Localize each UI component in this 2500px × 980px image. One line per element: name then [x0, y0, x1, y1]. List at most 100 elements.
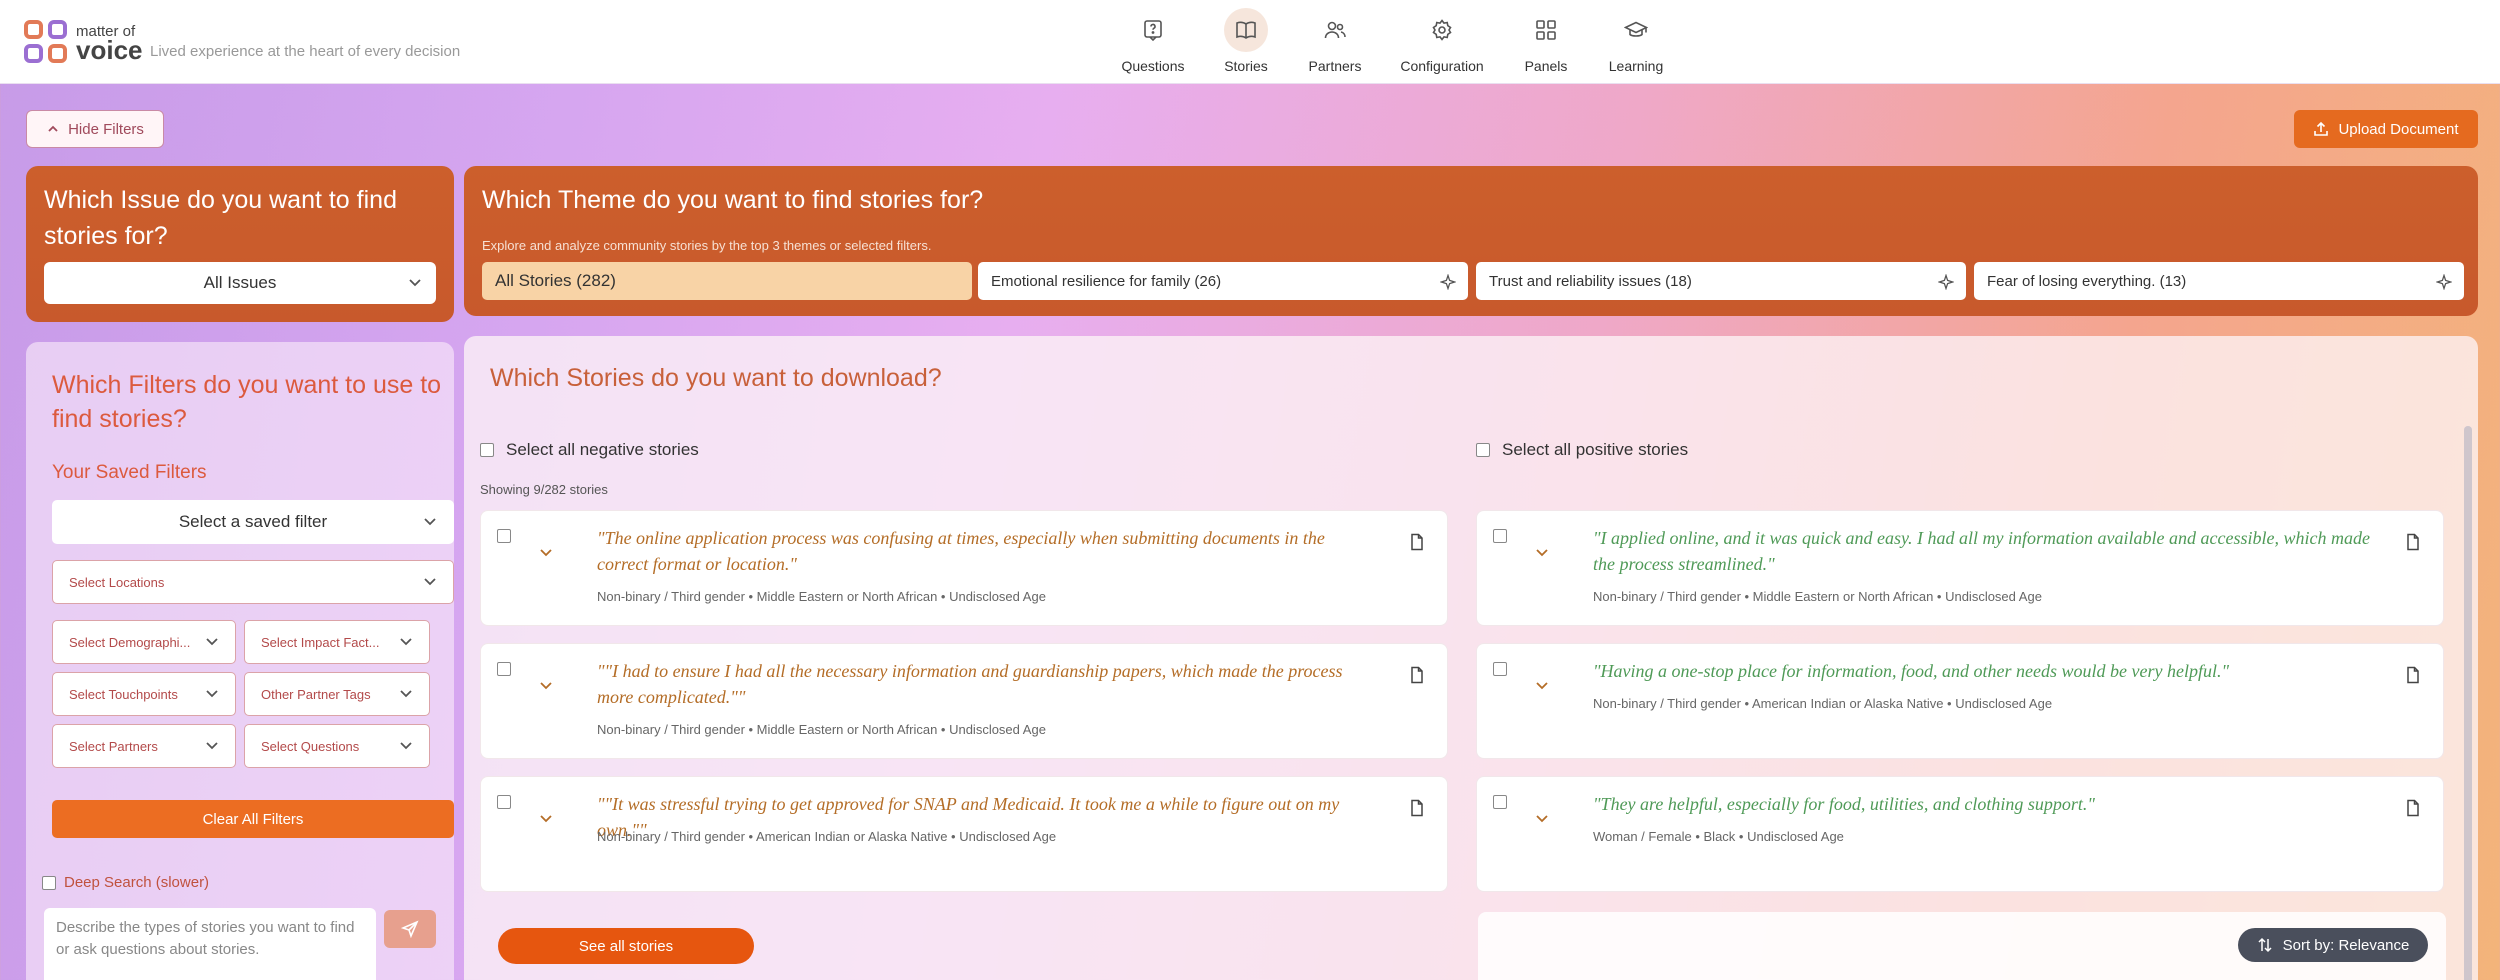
document-icon[interactable] [1409, 533, 1425, 551]
sort-by-button[interactable]: Sort by: Relevance [2238, 928, 2428, 962]
chevron-down-icon [400, 742, 412, 750]
story-quote: "I applied online, and it was quick and … [1593, 528, 2370, 574]
hide-filters-label: Hide Filters [68, 120, 144, 138]
story-checkbox[interactable] [1493, 795, 1507, 809]
story-checkbox[interactable] [1493, 529, 1507, 543]
partner-tags-select[interactable]: Other Partner Tags [244, 672, 430, 716]
document-icon[interactable] [1409, 666, 1425, 684]
upload-document-button[interactable]: Upload Document [2294, 110, 2478, 148]
questions-select[interactable]: Select Questions [244, 724, 430, 768]
book-icon [1224, 8, 1268, 52]
story-search-placeholder: Describe the types of stories you want t… [56, 919, 355, 958]
chevron-down-icon[interactable] [1535, 680, 1549, 692]
theme-chip-all-stories[interactable]: All Stories (282) [482, 262, 972, 300]
select-all-negative: Select all negative stories [480, 440, 699, 460]
partner-tags-label: Other Partner Tags [261, 686, 371, 702]
partners-select[interactable]: Select Partners [52, 724, 236, 768]
issue-select[interactable]: All Issues [44, 262, 436, 304]
see-all-stories-button[interactable]: See all stories [498, 928, 754, 964]
theme-chip-label: Emotional resilience for family (26) [991, 272, 1222, 290]
clear-all-filters-button[interactable]: Clear All Filters [52, 800, 454, 838]
theme-chip-trust-reliability[interactable]: Trust and reliability issues (18) [1476, 262, 1966, 300]
chevron-down-icon[interactable] [1535, 547, 1549, 559]
sparkle-icon[interactable] [1440, 274, 1456, 290]
nav-configuration-label: Configuration [1400, 58, 1484, 74]
story-card[interactable]: "They are helpful, especially for food, … [1476, 776, 2444, 892]
touchpoints-select[interactable]: Select Touchpoints [52, 672, 236, 716]
chevron-down-icon[interactable] [1535, 813, 1549, 825]
nav-learning[interactable]: Learning [1581, 8, 1691, 74]
locations-select[interactable]: Select Locations [52, 560, 454, 604]
see-all-stories-label: See all stories [578, 937, 674, 955]
chevron-down-icon[interactable] [539, 547, 553, 559]
story-checkbox[interactable] [497, 529, 511, 543]
document-icon[interactable] [2405, 799, 2421, 817]
select-all-negative-checkbox[interactable] [480, 443, 494, 457]
nav-partners[interactable]: Partners [1280, 8, 1390, 74]
sparkle-icon[interactable] [2436, 274, 2452, 290]
story-checkbox[interactable] [1493, 662, 1507, 676]
saved-filter-select[interactable]: Select a saved filter [52, 500, 454, 544]
hide-filters-button[interactable]: Hide Filters [26, 110, 164, 148]
stories-panel: Which Stories do you want to download? S… [464, 336, 2478, 980]
select-all-positive-checkbox[interactable] [1476, 443, 1490, 457]
story-quote: "They are helpful, especially for food, … [1593, 794, 2095, 814]
upload-document-label: Upload Document [2338, 120, 2459, 138]
story-card[interactable]: "I applied online, and it was quick and … [1476, 510, 2444, 626]
graduation-cap-icon [1614, 8, 1658, 52]
scrollbar-thumb[interactable] [2464, 426, 2472, 980]
chevron-down-icon [409, 279, 421, 287]
demographics-select[interactable]: Select Demographi... [52, 620, 236, 664]
chevron-down-icon [206, 690, 218, 698]
sort-by-label: Sort by: Relevance [2282, 936, 2410, 954]
story-card[interactable]: "Having a one-stop place for information… [1476, 643, 2444, 759]
select-all-positive-label: Select all positive stories [1502, 440, 1689, 459]
story-card[interactable]: ""I had to ensure I had all the necessar… [480, 643, 1448, 759]
theme-chip-label: Fear of losing everything. (13) [1987, 272, 2187, 290]
impact-factors-label: Select Impact Fact... [261, 634, 380, 650]
grid-icon [1524, 8, 1568, 52]
story-card[interactable]: ""It was stressful trying to get approve… [480, 776, 1448, 892]
story-meta: Non-binary / Third gender • Middle Easte… [597, 589, 1046, 604]
select-all-positive: Select all positive stories [1476, 440, 1688, 460]
story-search-textarea[interactable]: Describe the types of stories you want t… [44, 908, 376, 980]
story-quote: "Having a one-stop place for information… [1593, 661, 2230, 681]
story-meta: Non-binary / Third gender • American Ind… [597, 829, 1057, 844]
theme-chip-fear-of-losing[interactable]: Fear of losing everything. (13) [1974, 262, 2464, 300]
nav-partners-label: Partners [1308, 58, 1362, 74]
document-icon[interactable] [2405, 666, 2421, 684]
chevron-down-icon[interactable] [539, 813, 553, 825]
deep-search-option: Deep Search (slower) [42, 874, 209, 891]
theme-chip-label: All Stories (282) [495, 271, 616, 290]
document-icon[interactable] [1409, 799, 1425, 817]
users-icon [1313, 8, 1357, 52]
deep-search-checkbox[interactable] [42, 875, 56, 890]
chevron-down-icon [206, 638, 218, 646]
impact-factors-select[interactable]: Select Impact Fact... [244, 620, 430, 664]
questions-label: Select Questions [261, 738, 360, 754]
issue-panel: Which Issue do you want to find stories … [26, 166, 454, 322]
matter-of-voice-logo[interactable] [24, 20, 70, 64]
story-meta: Non-binary / Third gender • Middle Easte… [597, 722, 1046, 737]
stories-question: Which Stories do you want to download? [490, 364, 942, 392]
brand-name: matter of voice [76, 24, 143, 63]
sparkle-icon[interactable] [1938, 274, 1954, 290]
chevron-down-icon[interactable] [539, 680, 553, 692]
chevron-down-icon [206, 742, 218, 750]
story-meta: Woman / Female • Black • Undisclosed Age [1593, 829, 1844, 844]
scrollbar[interactable] [2464, 426, 2472, 980]
upload-icon [2314, 121, 2329, 136]
theme-chip-emotional-resilience[interactable]: Emotional resilience for family (26) [978, 262, 1468, 300]
story-checkbox[interactable] [497, 795, 511, 809]
partners-label: Select Partners [69, 738, 158, 754]
gear-icon [1420, 8, 1464, 52]
story-quote: ""I had to ensure I had all the necessar… [597, 661, 1343, 707]
sort-icon [2258, 937, 2272, 953]
document-icon[interactable] [2405, 533, 2421, 551]
deep-search-label: Deep Search (slower) [64, 874, 210, 891]
story-checkbox[interactable] [497, 662, 511, 676]
send-button[interactable] [384, 910, 436, 948]
nav-learning-label: Learning [1608, 58, 1664, 74]
nav-configuration[interactable]: Configuration [1387, 8, 1497, 74]
story-card[interactable]: "The online application process was conf… [480, 510, 1448, 626]
